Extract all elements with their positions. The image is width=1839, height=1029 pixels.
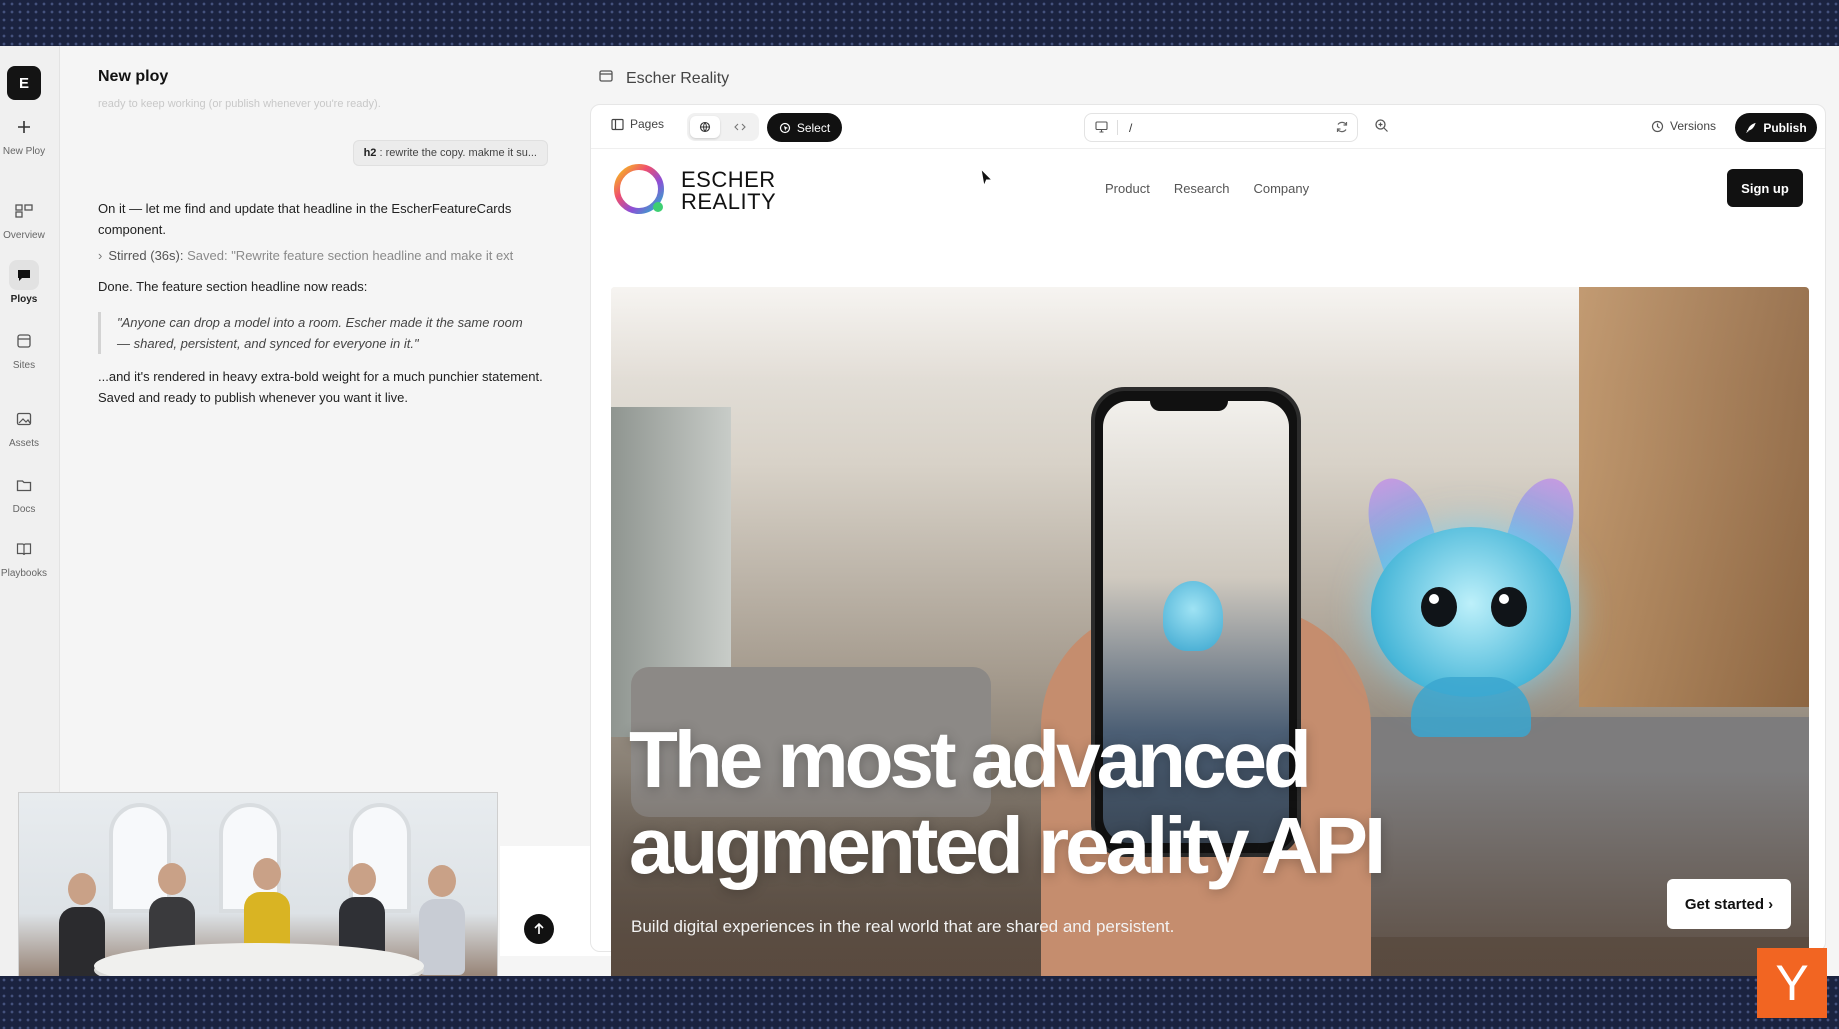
folder-icon [9, 470, 39, 500]
rail-item-assets[interactable]: Assets [0, 404, 48, 449]
tool-call-label: Stirred (36s): [108, 248, 184, 263]
user-message-tag: h2 [363, 147, 377, 159]
chat-bubble-icon [9, 260, 39, 290]
image-icon [9, 404, 39, 434]
url-path: / [1129, 121, 1133, 135]
code-mode-button[interactable] [725, 116, 755, 138]
rail-item-label: Ploys [10, 294, 38, 305]
rail-item-new-ploy[interactable]: New Ploy [0, 112, 48, 157]
sidebar-panel-icon [611, 118, 624, 130]
rail-item-label: Assets [8, 438, 39, 449]
publish-label: Publish [1763, 120, 1807, 135]
overview-icon [9, 196, 39, 226]
get-started-button[interactable]: Get started › [1667, 879, 1791, 929]
rail-item-docs[interactable]: Docs [0, 470, 48, 515]
pages-button[interactable]: Pages [611, 117, 664, 131]
site-preview-nav: ESCHER REALITY Product Research Company … [591, 149, 1825, 229]
plus-icon [9, 112, 39, 142]
site-builder-panel: Pages Select / Versions Publish ESCHER R… [590, 104, 1826, 976]
escher-wordmark: ESCHER REALITY [681, 169, 776, 213]
nav-link-research[interactable]: Research [1174, 181, 1230, 196]
code-icon [734, 123, 746, 131]
versions-label: Versions [1670, 119, 1717, 133]
visual-mode-button[interactable] [690, 116, 720, 138]
project-icon [598, 68, 614, 89]
select-button[interactable]: Select [767, 113, 842, 142]
rail-item-label: New Ploy [2, 146, 46, 157]
site-nav-links: Product Research Company [1105, 181, 1309, 196]
tool-call-detail: Saved: "Rewrite feature section headline… [187, 248, 514, 263]
pages-label: Pages [630, 117, 665, 131]
select-label: Select [796, 120, 831, 135]
hero-subtitle: Build digital experiences in the real wo… [631, 917, 1175, 936]
browser-window-icon [9, 326, 39, 356]
chat-title: New ploy [98, 68, 169, 85]
escher-ring-logo-icon [614, 164, 664, 214]
nav-link-product[interactable]: Product [1105, 181, 1150, 196]
view-mode-toggle [687, 113, 759, 141]
signup-button[interactable]: Sign up [1727, 169, 1803, 207]
zoom-icon[interactable] [1374, 118, 1389, 138]
builder-header: Escher Reality [598, 68, 729, 89]
escher-logo[interactable]: ESCHER REALITY [611, 161, 776, 221]
user-message-text: : rewrite the copy. makme it su... [376, 147, 537, 159]
tool-call-row[interactable]: › Stirred (36s): Saved: "Rewrite feature … [98, 248, 548, 263]
desktop-icon[interactable] [1095, 121, 1108, 136]
user-message: h2 : rewrite the copy. makme it su... [352, 140, 548, 166]
hero-section: The most advanced augmented reality API … [611, 287, 1809, 976]
assistant-done: Done. The feature section headline now r… [98, 279, 368, 294]
project-name: Escher Reality [626, 69, 730, 87]
publish-button[interactable]: Publish [1735, 113, 1817, 142]
brand-line-1: ESCHER [681, 167, 776, 192]
versions-button[interactable]: Versions [1651, 119, 1716, 133]
headline-quote: "Anyone can drop a model into a room. Es… [98, 312, 538, 354]
reload-icon[interactable] [1335, 120, 1349, 137]
rail-item-label: Sites [12, 360, 36, 371]
chevron-right-icon: › [98, 248, 103, 263]
rail-item-playbooks[interactable]: Playbooks [0, 534, 48, 579]
y-badge-logo: Y [1757, 948, 1827, 1018]
url-bar[interactable]: / [1084, 113, 1358, 142]
rail-item-sites[interactable]: Sites [0, 326, 48, 371]
rail-item-label: Playbooks [0, 568, 48, 579]
hero-title: The most advanced augmented reality API [629, 715, 1386, 890]
workspace-logo[interactable]: E [7, 66, 41, 100]
rail-item-ploys[interactable]: Ploys [0, 260, 48, 305]
previous-message-fragment: ready to keep working (or publish whenev… [98, 98, 381, 110]
rail-item-label: Overview [3, 230, 45, 241]
rocket-icon [1746, 122, 1756, 133]
assistant-intro: On it — let me find and update that head… [98, 201, 512, 237]
ar-creature-illustration [1351, 470, 1591, 737]
nav-link-company[interactable]: Company [1253, 181, 1309, 196]
book-icon [9, 534, 39, 564]
globe-icon [699, 121, 711, 133]
assistant-closing: ...and it's rendered in heavy extra-bold… [98, 369, 543, 405]
video-overlay [18, 792, 498, 976]
brand-line-2: REALITY [681, 189, 777, 214]
builder-toolbar: Pages Select / Versions Publish [591, 105, 1825, 149]
app-window: E New Ploy Overview Ploys Sites Assets D… [0, 46, 1839, 976]
rail-item-overview[interactable]: Overview [0, 196, 48, 241]
url-separator [1117, 120, 1118, 135]
arrow-up-icon [534, 922, 544, 934]
pointer-icon [779, 122, 790, 133]
mouse-cursor-icon [980, 168, 994, 188]
send-button[interactable] [524, 914, 554, 944]
clock-icon [1651, 120, 1664, 132]
rail-item-label: Docs [12, 504, 36, 515]
